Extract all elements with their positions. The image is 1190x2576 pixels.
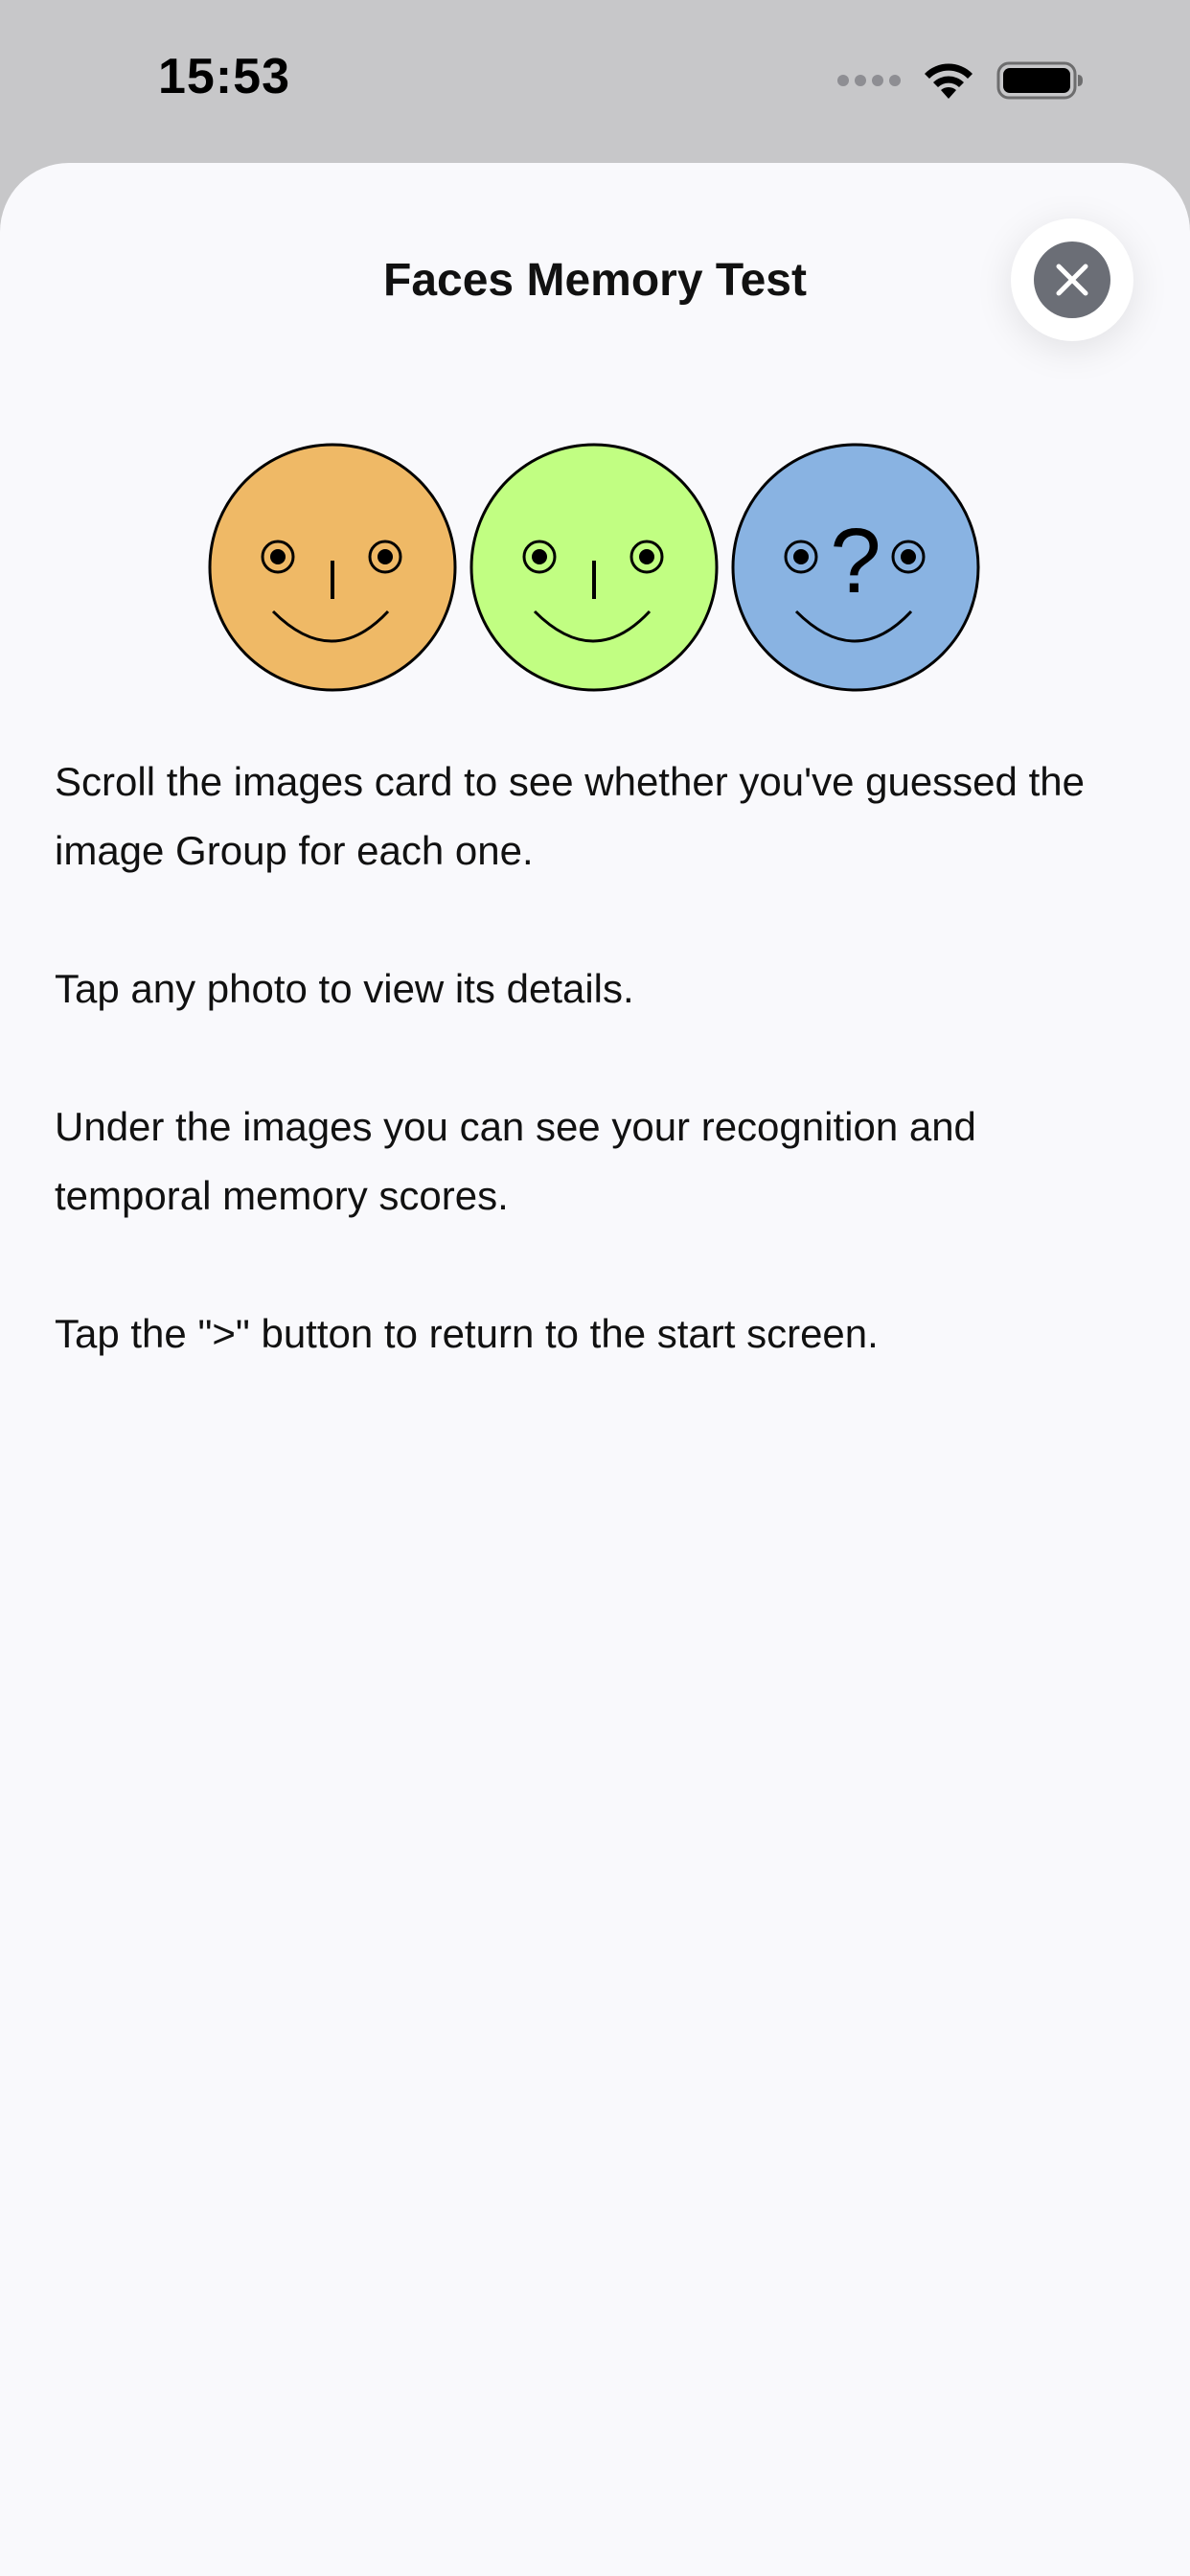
modal-sheet: Faces Memory Test ? Scroll the images ca… [0, 163, 1190, 2576]
instruction-tap-photo: Tap any photo to view its details. [55, 966, 634, 1011]
question-mark: ? [830, 510, 881, 612]
orange-face-icon [208, 443, 457, 692]
faces-illustration: ? [0, 441, 1190, 709]
close-icon [1034, 242, 1110, 318]
instructions: Scroll the images card to see whether yo… [55, 748, 1137, 1438]
battery-icon [996, 61, 1083, 100]
signal-dots-icon [837, 75, 901, 86]
green-face-icon [469, 443, 719, 692]
blue-face-icon: ? [731, 443, 980, 692]
wifi-icon [925, 63, 973, 99]
instruction-return: Tap the ">" button to return to the star… [55, 1311, 879, 1356]
instruction-scroll: Scroll the images card to see whether yo… [55, 759, 1085, 873]
status-time: 15:53 [158, 49, 290, 104]
instruction-scores: Under the images you can see your recogn… [55, 1104, 976, 1218]
status-bar: 15:53 [0, 0, 1190, 163]
close-button[interactable] [1011, 218, 1133, 341]
status-icons [837, 59, 1085, 102]
